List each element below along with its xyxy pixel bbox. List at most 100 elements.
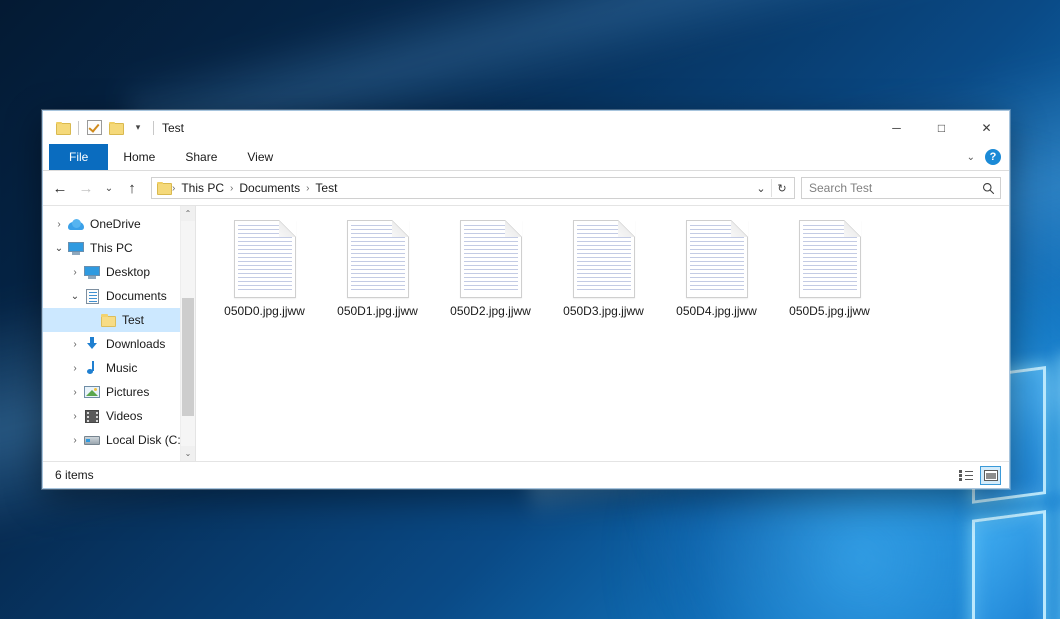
chevron-right-icon[interactable]: › — [67, 435, 83, 446]
music-icon — [83, 360, 101, 376]
sidebar-item-this-pc[interactable]: ⌄ This PC — [43, 236, 195, 260]
file-explorer-window: ▾ Test ─ □ ✕ File Home Share View ⌄ ? ← … — [42, 110, 1010, 489]
chevron-down-icon[interactable]: ⌄ — [67, 291, 83, 302]
chevron-right-icon[interactable]: › — [67, 267, 83, 278]
qat-properties-checkbox-icon[interactable] — [83, 117, 105, 139]
large-icons-view-icon — [984, 470, 998, 481]
breadcrumb-this-pc[interactable]: This PC — [176, 181, 229, 195]
file-list-view[interactable]: 050D0.jpg.jjww 050D1.jpg.jjww 050D2.jpg.jj… — [196, 206, 1009, 461]
close-button[interactable]: ✕ — [964, 111, 1009, 144]
breadcrumb-test[interactable]: Test — [310, 181, 342, 195]
sidebar-item-label: Videos — [106, 409, 142, 423]
qat-new-folder-icon[interactable] — [105, 117, 127, 139]
tab-file[interactable]: File — [49, 144, 108, 170]
scrollbar-thumb[interactable] — [182, 298, 194, 416]
back-button[interactable]: ← — [47, 175, 73, 201]
video-icon — [83, 408, 101, 424]
sidebar-item-test[interactable]: Test — [43, 308, 195, 332]
file-name-label: 050D3.jpg.jjww — [563, 304, 644, 318]
file-item[interactable]: 050D2.jpg.jjww — [434, 216, 547, 318]
generic-file-icon — [686, 220, 748, 298]
chevron-right-icon[interactable]: › — [67, 363, 83, 374]
generic-file-icon — [460, 220, 522, 298]
cloud-icon — [67, 216, 85, 232]
sidebar-item-label: Music — [106, 361, 137, 375]
navigation-pane: ›OneDrive⌄This PC›Desktop⌄DocumentsTest›… — [43, 206, 196, 461]
forward-button: → — [73, 175, 99, 201]
qat-customize-chevron-down-icon[interactable]: ▾ — [127, 117, 149, 139]
details-view-button[interactable] — [955, 466, 976, 485]
picture-icon — [83, 384, 101, 400]
ribbon-right-controls: ⌄ ? — [967, 144, 1009, 170]
file-grid: 050D0.jpg.jjww 050D1.jpg.jjww 050D2.jpg.jj… — [208, 216, 1009, 318]
sidebar-item-local-disk-c[interactable]: ›Local Disk (C:) — [43, 428, 195, 452]
navigation-pane-scrollbar[interactable]: ⌃ ⌄ — [180, 206, 195, 461]
file-item[interactable]: 050D5.jpg.jjww — [773, 216, 886, 318]
generic-file-icon — [234, 220, 296, 298]
expand-ribbon-chevron-down-icon[interactable]: ⌄ — [967, 152, 975, 163]
generic-file-icon — [347, 220, 409, 298]
file-item[interactable]: 050D4.jpg.jjww — [660, 216, 773, 318]
tab-home[interactable]: Home — [108, 144, 170, 170]
scroll-up-button[interactable]: ⌃ — [181, 206, 195, 221]
minimize-button[interactable]: ─ — [874, 111, 919, 144]
file-name-label: 050D0.jpg.jjww — [224, 304, 305, 318]
tab-share[interactable]: Share — [170, 144, 232, 170]
title-bar[interactable]: ▾ Test ─ □ ✕ — [43, 111, 1009, 144]
file-name-label: 050D5.jpg.jjww — [789, 304, 870, 318]
sidebar-item-music[interactable]: › Music — [43, 356, 195, 380]
monitor-icon — [67, 240, 85, 256]
file-item[interactable]: 050D3.jpg.jjww — [547, 216, 660, 318]
chevron-right-icon[interactable]: › — [67, 339, 83, 350]
sidebar-item-documents[interactable]: ⌄ Documents — [43, 284, 195, 308]
sidebar-item-pictures[interactable]: ›Pictures — [43, 380, 195, 404]
refresh-icon[interactable]: ↻ — [772, 178, 792, 198]
sidebar-item-desktop[interactable]: › Desktop — [43, 260, 195, 284]
chevron-down-icon[interactable]: ⌄ — [51, 243, 67, 254]
window-title: Test — [162, 121, 184, 135]
up-button[interactable]: ↑ — [119, 175, 145, 201]
breadcrumb-documents[interactable]: Documents — [234, 181, 305, 195]
chevron-right-icon[interactable]: › — [51, 219, 67, 230]
document-icon — [83, 288, 101, 304]
address-history-chevron-down-icon[interactable]: ⌄ — [751, 178, 771, 198]
file-item[interactable]: 050D0.jpg.jjww — [208, 216, 321, 318]
large-icons-view-button[interactable] — [980, 466, 1001, 485]
file-name-label: 050D1.jpg.jjww — [337, 304, 418, 318]
sidebar-item-onedrive[interactable]: › OneDrive — [43, 212, 195, 236]
sidebar-item-label: Documents — [106, 289, 167, 303]
address-bar[interactable]: › This PC › Documents › Test ⌄ ↻ — [151, 177, 795, 199]
qat-separator-1 — [78, 121, 79, 135]
help-icon[interactable]: ? — [985, 149, 1001, 165]
status-bar: 6 items — [43, 461, 1009, 488]
search-input[interactable] — [809, 181, 982, 195]
qat-folder-icon[interactable] — [52, 117, 74, 139]
navigation-bar: ← → ⌄ ↑ › This PC › Documents › Test ⌄ ↻ — [43, 171, 1009, 205]
chevron-right-icon[interactable]: › — [67, 411, 83, 422]
sidebar-item-label: OneDrive — [90, 217, 141, 231]
logo-pane-bottom-left — [972, 510, 1046, 619]
disk-icon — [83, 432, 101, 448]
item-count-status: 6 items — [55, 468, 94, 482]
sidebar-item-downloads[interactable]: › Downloads — [43, 332, 195, 356]
scroll-down-button[interactable]: ⌄ — [181, 446, 195, 461]
sidebar-item-label: This PC — [90, 241, 133, 255]
sidebar-item-label: Downloads — [106, 337, 165, 351]
folder-tree: ›OneDrive⌄This PC›Desktop⌄DocumentsTest›… — [43, 212, 195, 452]
chevron-right-icon[interactable]: › — [67, 387, 83, 398]
search-icon[interactable] — [982, 182, 995, 195]
download-icon — [83, 336, 101, 352]
view-mode-buttons — [955, 466, 1001, 485]
sidebar-item-label: Desktop — [106, 265, 150, 279]
recent-locations-chevron-down-icon[interactable]: ⌄ — [99, 175, 119, 201]
search-box[interactable] — [801, 177, 1001, 199]
sidebar-item-videos[interactable]: › Videos — [43, 404, 195, 428]
file-item[interactable]: 050D1.jpg.jjww — [321, 216, 434, 318]
quick-access-toolbar: ▾ Test — [43, 111, 184, 144]
file-name-label: 050D2.jpg.jjww — [450, 304, 531, 318]
file-name-label: 050D4.jpg.jjww — [676, 304, 757, 318]
details-view-icon — [959, 469, 973, 481]
explorer-body: ›OneDrive⌄This PC›Desktop⌄DocumentsTest›… — [43, 205, 1009, 461]
maximize-button[interactable]: □ — [919, 111, 964, 144]
tab-view[interactable]: View — [232, 144, 288, 170]
